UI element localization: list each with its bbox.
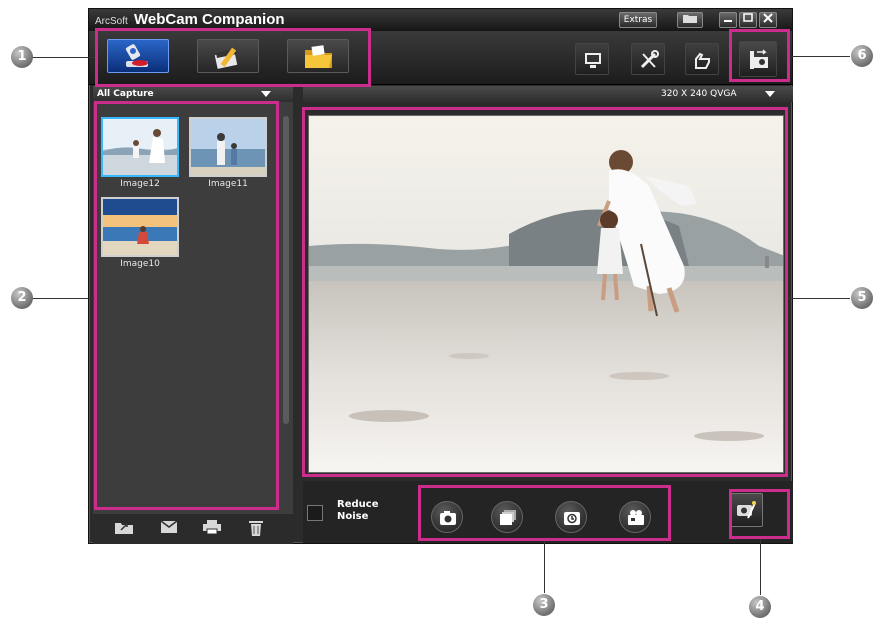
callout-box-3 [418,485,671,541]
close-button[interactable] [759,12,777,28]
callout-line-6 [790,56,850,57]
resolution-value: 320 X 240 QVGA [661,89,737,99]
callout-marker-4: 4 [749,596,771,618]
callout-line-2 [32,298,94,299]
callout-box-5 [302,107,788,477]
callout-marker-6: 6 [851,45,873,67]
printer-icon[interactable] [203,520,221,534]
callout-box-6 [729,29,790,82]
callout-line-3 [544,541,545,593]
maximize-button[interactable] [739,12,757,28]
app-title: ArcSoft WebCam Companion [95,11,285,28]
help-button[interactable] [685,43,719,75]
callout-box-2 [94,101,279,510]
callout-line-1 [32,57,95,58]
app-name: WebCam Companion [133,11,285,28]
monitor-icon [585,53,601,68]
chevron-down-icon [765,91,775,97]
trash-icon[interactable] [249,520,263,536]
callout-marker-1: 1 [11,46,33,68]
capture-filter-dropdown[interactable]: All Capture [93,86,293,102]
reduce-noise-line1: Reduce [337,499,379,510]
maximize-icon [743,13,753,22]
envelope-icon[interactable] [161,520,179,534]
folder-button[interactable] [677,12,703,28]
callout-marker-5: 5 [851,287,873,309]
tools-button[interactable] [631,43,665,75]
tools-icon [640,50,659,69]
minimize-icon [724,20,732,22]
capture-filter-value: All Capture [97,89,154,99]
reduce-noise-label: Reduce Noise [337,499,397,523]
chevron-down-icon [261,91,271,97]
extras-button[interactable]: Extras [619,12,657,28]
share-folder-icon[interactable] [115,520,133,534]
callout-marker-2: 2 [11,287,33,309]
callout-box-4 [729,489,790,539]
close-icon [763,13,773,23]
callout-marker-3: 3 [533,594,555,616]
callout-line-4 [760,539,761,595]
hand-icon [695,52,710,69]
monitor-button[interactable] [575,43,609,75]
callout-box-1 [95,28,371,87]
thumbnail-scrollbar[interactable] [283,116,289,424]
callout-line-5 [788,298,850,299]
app-brand: ArcSoft [95,16,128,27]
folder-icon [683,15,697,23]
extras-label: Extras [623,15,653,25]
minimize-button[interactable] [719,12,737,28]
reduce-noise-line2: Noise [337,511,369,522]
resolution-dropdown[interactable]: 320 X 240 QVGA [303,86,793,102]
reduce-noise-checkbox[interactable] [307,505,323,521]
